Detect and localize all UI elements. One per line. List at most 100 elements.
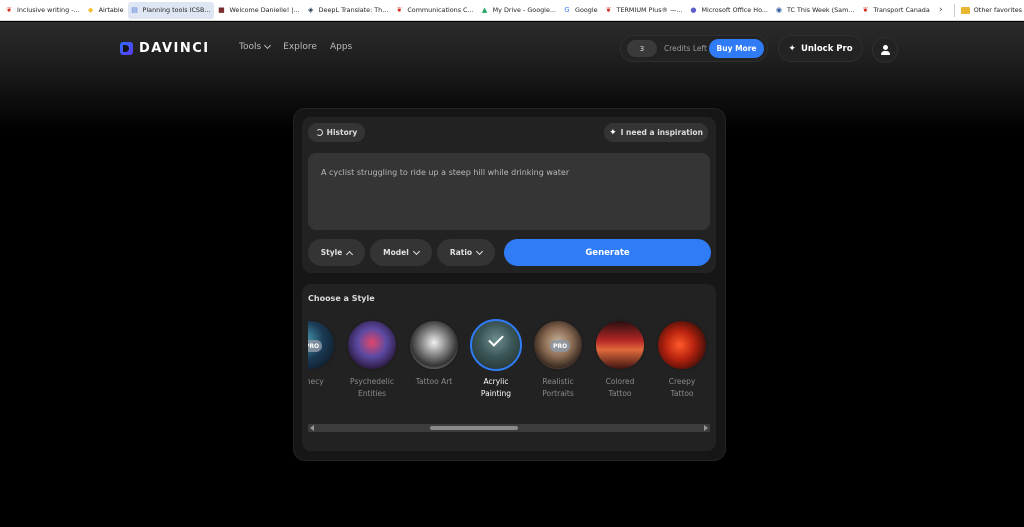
bookmark-item[interactable]: ❦ Inclusive writing -...: [2, 2, 84, 19]
bookmark-label: Airtable: [98, 6, 124, 14]
user-icon: [883, 45, 888, 50]
style-thumbnail: [408, 319, 460, 371]
style-thumbnail: PRO: [532, 319, 584, 371]
prompt-card: History ✦ I need a inspiration A cyclist…: [302, 117, 716, 273]
sparkle-icon: ✦: [788, 43, 796, 54]
buy-more-button[interactable]: Buy More: [709, 39, 764, 58]
style-option[interactable]: Psychedelic Entities: [342, 319, 402, 400]
office-icon: ●: [690, 6, 697, 14]
chevron-down-icon: [264, 41, 272, 50]
history-icon: [315, 129, 323, 136]
style-label: Creepy Tattoo: [652, 376, 708, 400]
logo[interactable]: DAVINCI: [120, 41, 210, 56]
style-label: Psychedelic Entities: [342, 376, 402, 400]
style-label: ophecy: [308, 376, 340, 388]
style-label-line: Psychedelic: [350, 377, 394, 386]
history-button[interactable]: History: [308, 123, 365, 142]
user-icon-body: [881, 51, 890, 55]
bookmark-label: Communications C...: [407, 6, 474, 14]
style-label-line: Portraits: [542, 389, 574, 398]
maple-leaf-icon: ❦: [605, 6, 612, 14]
style-label-line: Painting: [480, 389, 512, 398]
style-label: Tattoo Art: [404, 376, 464, 388]
style-carousel[interactable]: PRO ophecy Psychedelic Entities Tattoo Art Ac…: [308, 319, 708, 419]
unlock-pro-button[interactable]: ✦ Unlock Pro: [778, 35, 863, 62]
chevron-down-icon: [412, 247, 420, 255]
logo-text: DAVINCI: [139, 41, 210, 56]
bookmark-label: TERMIUM Plus® —...: [616, 6, 683, 14]
sparkle-icon: ✦: [609, 127, 617, 138]
scroll-left-icon[interactable]: [310, 425, 314, 431]
nav-explore[interactable]: Explore: [283, 42, 317, 52]
style-label-line: Realistic: [542, 377, 574, 386]
bookmark-item[interactable]: ◉ TC This Week (Sam...: [772, 2, 858, 19]
style-label-line: Colored: [605, 377, 635, 386]
bookmark-label: My Drive - Google...: [492, 6, 556, 14]
style-picker-title: Choose a Style: [308, 294, 375, 303]
maple-leaf-icon: ❦: [862, 6, 869, 14]
style-option[interactable]: Colored Tattoo: [590, 319, 650, 400]
bookmarks-overflow-icon[interactable]: ›: [934, 5, 948, 15]
ratio-dropdown[interactable]: Ratio: [437, 239, 495, 266]
style-option[interactable]: Tattoo Art: [404, 319, 464, 388]
document-icon: ▤: [131, 6, 138, 14]
deepl-icon: ◈: [307, 6, 314, 14]
style-scrollbar[interactable]: [308, 424, 710, 432]
maple-leaf-icon: ❦: [6, 6, 12, 14]
tc-icon: ◉: [775, 6, 783, 14]
folder-icon: [960, 6, 970, 14]
bookmark-label: Microsoft Office Ho...: [701, 6, 768, 14]
bookmark-label: Transport Canada: [873, 6, 930, 14]
style-label: Realistic Portraits: [528, 376, 588, 400]
style-option[interactable]: Acrylic Painting: [466, 319, 526, 400]
unlock-pro-label: Unlock Pro: [800, 43, 853, 54]
chevron-up-icon: [346, 250, 354, 258]
scroll-thumb[interactable]: [430, 426, 518, 430]
style-option[interactable]: PRO ophecy: [308, 319, 340, 388]
bookmark-label: Planning tools ICSB...: [142, 6, 211, 14]
bookmark-item[interactable]: ❦ Communications C...: [392, 2, 477, 19]
bookmark-item[interactable]: ■ Welcome Danielle! |...: [214, 2, 303, 19]
model-dropdown-label: Model: [383, 248, 409, 257]
style-label-line: Tattoo Art: [415, 377, 453, 386]
main-nav: Tools Explore Apps: [239, 41, 352, 52]
app: DAVINCI Tools Explore Apps 3 Credits Lef…: [0, 22, 1024, 527]
model-dropdown[interactable]: Model: [370, 239, 432, 266]
style-option[interactable]: Creepy Tattoo: [652, 319, 708, 400]
style-label-line: Creepy: [668, 377, 696, 386]
bookmark-item[interactable]: G Google: [560, 2, 602, 19]
nav-tools[interactable]: Tools: [239, 41, 272, 52]
bookmark-item[interactable]: ❦ TERMIUM Plus® —...: [602, 2, 687, 19]
bookmark-item[interactable]: ◆ Airtable: [84, 2, 128, 19]
user-account-button[interactable]: [872, 37, 898, 63]
inspiration-label: I need a inspiration: [620, 128, 703, 137]
bookmark-item[interactable]: ▤ Planning tools ICSB...: [127, 1, 215, 19]
other-favorites[interactable]: Other favorites: [960, 6, 1024, 14]
bookmark-label: Google: [575, 6, 598, 14]
style-option[interactable]: PRO Realistic Portraits: [528, 319, 588, 400]
maple-leaf-icon: ❦: [396, 6, 403, 14]
bookmarks-bar: ❦ Inclusive writing -... ◆ Airtable ▤ Plannin…: [0, 0, 1024, 21]
style-label-line: Acrylic: [483, 377, 509, 386]
bookmarks-divider: [953, 3, 955, 17]
bookmark-item[interactable]: ❦ Transport Canada: [858, 2, 933, 19]
nav-apps[interactable]: Apps: [330, 42, 352, 52]
history-label: History: [326, 128, 358, 137]
check-icon: [488, 331, 504, 347]
generate-button[interactable]: Generate: [504, 239, 711, 266]
style-thumbnail: [470, 319, 522, 371]
style-label-line: Tattoo: [608, 389, 632, 398]
google-icon: G: [564, 6, 570, 14]
style-label: Colored Tattoo: [590, 376, 650, 400]
bookmark-item[interactable]: ◈ DeepL Translate: Th...: [304, 2, 393, 19]
app-icon: ■: [218, 6, 225, 14]
scroll-right-icon[interactable]: [704, 425, 708, 431]
prompt-input[interactable]: A cyclist struggling to ride up a steep …: [308, 153, 710, 230]
pro-badge: PRO: [550, 340, 570, 352]
bookmark-item[interactable]: ▲ My Drive - Google...: [478, 2, 560, 19]
bookmark-label: Welcome Danielle! |...: [229, 6, 300, 14]
style-dropdown[interactable]: Style: [308, 239, 365, 266]
inspiration-button[interactable]: ✦ I need a inspiration: [604, 123, 708, 142]
bookmark-item[interactable]: ● Microsoft Office Ho...: [686, 2, 772, 19]
style-thumbnail: [346, 319, 398, 371]
